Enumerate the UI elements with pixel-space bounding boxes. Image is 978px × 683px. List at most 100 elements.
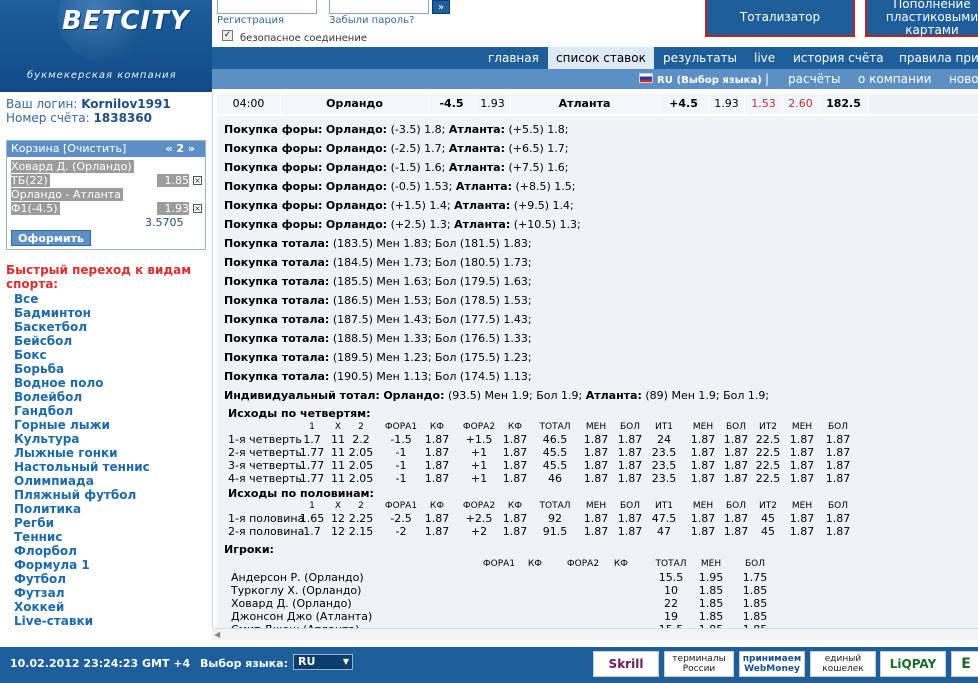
odds-cell[interactable]: +2.5 <box>459 513 499 525</box>
nav-bet-list[interactable]: список ставок <box>548 47 654 69</box>
odds-cell[interactable]: 1.87 <box>782 513 822 525</box>
odds-cell[interactable]: 2.05 <box>341 473 381 485</box>
odds-cell[interactable]: 1.87 <box>818 460 858 472</box>
odds-cell[interactable]: 1.87 <box>495 513 535 525</box>
sport-link-baseball[interactable]: Бейсбол <box>14 334 150 348</box>
odds-cell[interactable]: 45.5 <box>535 460 575 472</box>
odds-cell[interactable]: -2 <box>381 526 421 538</box>
login-input[interactable] <box>217 0 317 14</box>
buy-handicap-line[interactable]: Покупка форы: Орландо: (+1.5) 1.4; Атлан… <box>224 199 574 212</box>
odds-cell[interactable]: 1.87 <box>782 460 822 472</box>
odds-cell[interactable]: 1.87 <box>495 434 535 446</box>
nav-about[interactable]: о компании <box>858 69 931 89</box>
password-input[interactable] <box>329 0 429 14</box>
odds-cell[interactable]: 1.87 <box>818 447 858 459</box>
scroll-left-icon[interactable]: ◀ <box>214 630 220 639</box>
nav-live[interactable]: live <box>754 47 775 69</box>
sport-link-tennis[interactable]: Теннис <box>14 530 150 544</box>
buy-total-line[interactable]: Покупка тотала: (190.5) Мен 1.13; Бол (1… <box>224 370 532 383</box>
sport-link-table-tennis[interactable]: Настольный теннис <box>14 460 150 474</box>
odds-cell[interactable]: 47.5 <box>644 513 684 525</box>
buy-total-line[interactable]: Покупка тотала: (183.5) Мен 1.83; Бол (1… <box>224 237 532 250</box>
odds-cell[interactable]: 92 <box>535 513 575 525</box>
match-odd-1[interactable]: 1.93 <box>475 94 511 114</box>
remove-bet-1-icon[interactable]: × <box>193 176 202 185</box>
buy-total-line[interactable]: Покупка тотала: (189.5) Мен 1.23; Бол (1… <box>224 351 532 364</box>
sport-link-politics[interactable]: Политика <box>14 502 150 516</box>
nav-results[interactable]: результаты <box>663 47 737 69</box>
match-odd-3[interactable]: 1.53 <box>745 94 783 114</box>
odds-cell[interactable]: 2.25 <box>341 513 381 525</box>
secure-connection-checkbox[interactable]: ✓ <box>222 30 233 41</box>
player-over-cell[interactable]: 1.85 <box>733 598 777 610</box>
sport-link-formula-1[interactable]: Формула 1 <box>14 558 150 572</box>
sport-link-cross-country[interactable]: Лыжные гонки <box>14 446 150 460</box>
sport-link-live[interactable]: Live-ставки <box>14 614 150 628</box>
odds-cell[interactable]: +1 <box>459 447 499 459</box>
sport-link-culture[interactable]: Культура <box>14 432 150 446</box>
odds-cell[interactable]: 23.5 <box>644 460 684 472</box>
logo[interactable]: BETCITY букмекерская компания <box>0 0 212 92</box>
odds-cell[interactable]: -1.5 <box>381 434 421 446</box>
odds-cell[interactable]: +1 <box>459 473 499 485</box>
odds-cell[interactable]: +1 <box>459 460 499 472</box>
player-over-cell[interactable]: 1.75 <box>733 572 777 584</box>
login-submit-button[interactable]: » <box>432 0 450 14</box>
sport-link-badminton[interactable]: Бадминтон <box>14 306 150 320</box>
buy-handicap-line[interactable]: Покупка форы: Орландо: (-0.5) 1.53; Атла… <box>224 180 576 193</box>
odds-cell[interactable]: +1.5 <box>459 434 499 446</box>
odds-cell[interactable]: 2.05 <box>341 460 381 472</box>
buy-handicap-line[interactable]: Покупка форы: Орландо: (-1.5) 1.6; Атлан… <box>224 161 569 174</box>
odds-cell[interactable]: 1.87 <box>417 473 457 485</box>
odds-cell[interactable]: 1.87 <box>818 434 858 446</box>
nav-rules[interactable]: правила при <box>899 47 978 69</box>
player-over-cell[interactable]: 1.85 <box>733 585 777 597</box>
odds-cell[interactable]: 2.15 <box>341 526 381 538</box>
language-selector[interactable]: RU (Выбор языка) <box>657 69 762 89</box>
odds-cell[interactable]: 23.5 <box>644 473 684 485</box>
nav-news[interactable]: ново <box>949 69 978 89</box>
odds-cell[interactable]: 46.5 <box>535 434 575 446</box>
odds-cell[interactable]: 1.87 <box>495 526 535 538</box>
odds-cell[interactable]: 1.87 <box>417 434 457 446</box>
sport-link-beach-soccer[interactable]: Пляжный футбол <box>14 488 150 502</box>
sport-link-futsal[interactable]: Футзал <box>14 586 150 600</box>
basket-pagination[interactable]: « 2 » <box>165 141 195 157</box>
forgot-password-link[interactable]: Забыли пароль? <box>329 15 414 26</box>
checkout-button[interactable]: Оформить <box>11 230 91 246</box>
odds-cell[interactable]: 23.5 <box>644 447 684 459</box>
sport-link-boxing[interactable]: Бокс <box>14 348 150 362</box>
buy-total-line[interactable]: Покупка тотала: (184.5) Мен 1.73; Бол (1… <box>224 256 532 269</box>
player-under-cell[interactable]: 1.85 <box>689 585 733 597</box>
odds-cell[interactable]: 1.87 <box>782 447 822 459</box>
sport-link-hockey[interactable]: Хоккей <box>14 600 150 614</box>
player-under-cell[interactable]: 1.95 <box>689 572 733 584</box>
buy-total-line[interactable]: Покупка тотала: (187.5) Мен 1.43; Бол (1… <box>224 313 532 326</box>
odds-cell[interactable]: 2.2 <box>341 434 381 446</box>
match-odd-4[interactable]: 2.60 <box>783 94 819 114</box>
odds-cell[interactable]: 1.87 <box>818 513 858 525</box>
sport-link-wrestling[interactable]: Борьба <box>14 362 150 376</box>
odds-cell[interactable]: 1.87 <box>818 526 858 538</box>
odds-cell[interactable]: 1.87 <box>495 447 535 459</box>
totalizator-button[interactable]: Тотализатор <box>705 0 855 37</box>
buy-total-line[interactable]: Покупка тотала: (188.5) Мен 1.33; Бол (1… <box>224 332 532 345</box>
sport-link-olympics[interactable]: Олимпиада <box>14 474 150 488</box>
sport-link-volleyball[interactable]: Волейбол <box>14 390 150 404</box>
odds-cell[interactable]: 1.87 <box>417 447 457 459</box>
odds-cell[interactable]: 1.87 <box>417 460 457 472</box>
sport-link-water-polo[interactable]: Водное поло <box>14 376 150 390</box>
odds-cell[interactable]: -1 <box>381 473 421 485</box>
sport-link-rugby[interactable]: Регби <box>14 516 150 530</box>
odds-cell[interactable]: -1 <box>381 447 421 459</box>
match-away-team[interactable]: Атланта <box>511 94 659 114</box>
footer-language-select[interactable]: RU ▼ <box>293 654 353 670</box>
terminals-logo[interactable]: терминалы России <box>664 651 734 677</box>
card-topup-button[interactable]: Пополнение пластиковыми картами <box>865 0 978 37</box>
nav-home[interactable]: главная <box>488 47 539 69</box>
buy-handicap-line[interactable]: Покупка форы: Орландо: (-2.5) 1.7; Атлан… <box>224 142 569 155</box>
odds-cell[interactable]: 1.87 <box>818 473 858 485</box>
odds-cell[interactable]: 1.87 <box>417 526 457 538</box>
buy-total-line[interactable]: Покупка тотала: (185.5) Мен 1.63; Бол (1… <box>224 275 532 288</box>
sport-link-alpine-skiing[interactable]: Горные лыжи <box>14 418 150 432</box>
